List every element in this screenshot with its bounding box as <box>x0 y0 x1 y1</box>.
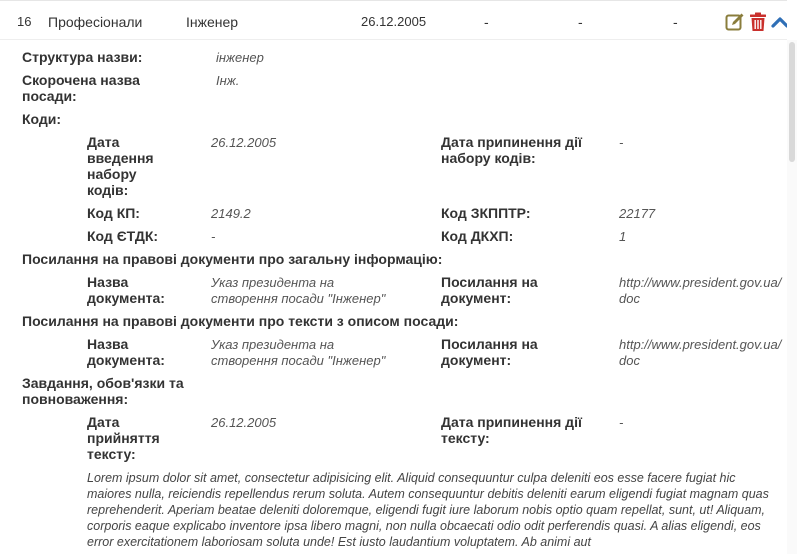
edit-button[interactable] <box>725 12 745 32</box>
table-row[interactable]: 16 Професіонали Інженер 26.12.2005 - - - <box>0 0 787 40</box>
etdk-code-label: Код ЄТДК: <box>87 228 159 244</box>
row-cell-dash: - <box>484 14 489 30</box>
codes-label: Коди: <box>22 111 62 127</box>
duties-adopt-date-label: Дата прийняття тексту: <box>87 414 160 462</box>
scrollbar-thumb[interactable] <box>789 42 795 162</box>
legal-general-doc-name-value: Указ президента на створення посади "Інж… <box>211 275 386 306</box>
legal-general-doc-name-label: Назва документа: <box>87 274 165 306</box>
duties-end-date-value: - <box>619 415 624 430</box>
legal-general-link[interactable]: http://www.president.gov.ua/ doc <box>619 275 781 307</box>
trash-icon <box>750 12 766 31</box>
legal-texts-link[interactable]: http://www.president.gov.ua/ doc <box>619 337 781 369</box>
dkhp-code-value: 1 <box>619 229 627 244</box>
edit-icon <box>725 13 744 31</box>
kp-code-label: Код КП: <box>87 205 140 221</box>
dkhp-code-label: Код ДКХП: <box>441 228 514 244</box>
codes-end-date-label: Дата припинення дії набору кодів: <box>441 134 582 166</box>
row-cell-dash: - <box>673 14 678 30</box>
delete-button[interactable] <box>749 12 769 32</box>
name-structure-value: інженер <box>216 50 264 65</box>
legal-texts-link-label: Посилання на документ: <box>441 336 538 368</box>
row-number: 16 <box>17 14 32 29</box>
row-date: 26.12.2005 <box>361 14 427 29</box>
scrollbar[interactable] <box>787 40 797 554</box>
duties-heading: Завдання, обов'язки та повноваження: <box>22 375 184 407</box>
expanded-record: 16 Професіонали Інженер 26.12.2005 - - - <box>0 0 787 554</box>
codes-intro-date-label: Дата введення набору кодів: <box>87 134 154 198</box>
duties-adopt-date-value: 26.12.2005 <box>211 415 277 430</box>
row-category: Професіонали <box>48 14 143 30</box>
row-title: Інженер <box>186 14 239 30</box>
zkpptr-code-value: 22177 <box>619 206 656 221</box>
duties-end-date-label: Дата припинення дії тексту: <box>441 414 582 446</box>
legal-general-link-label: Посилання на документ: <box>441 274 538 306</box>
short-name-value: Інж. <box>216 73 240 88</box>
legal-texts-doc-name-label: Назва документа: <box>87 336 165 368</box>
legal-general-heading: Посилання на правові документи про загал… <box>22 251 443 267</box>
legal-texts-heading: Посилання на правові документи про текст… <box>22 313 459 329</box>
row-cell-dash: - <box>578 14 583 30</box>
codes-intro-date-value: 26.12.2005 <box>211 135 277 150</box>
legal-texts-doc-name-value: Указ президента на створення посади "Інж… <box>211 337 386 368</box>
zkpptr-code-label: Код ЗКППТР: <box>441 205 531 221</box>
chevron-up-icon <box>771 17 787 28</box>
codes-end-date-value: - <box>619 135 624 150</box>
name-structure-label: Структура назви: <box>22 49 143 65</box>
collapse-button[interactable] <box>771 12 787 32</box>
duties-text: Lorem ipsum dolor sit amet, consectetur … <box>87 471 769 549</box>
kp-code-value: 2149.2 <box>211 206 251 221</box>
etdk-code-value: - <box>211 229 216 244</box>
short-name-label: Скорочена назва посади: <box>22 72 140 104</box>
